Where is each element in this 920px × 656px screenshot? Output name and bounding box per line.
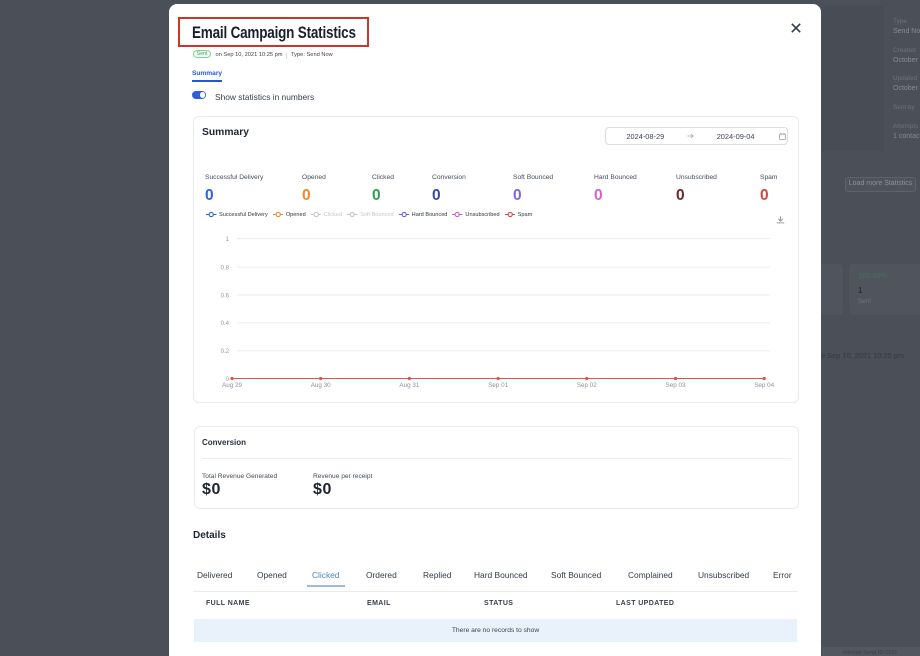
svg-text:0.6: 0.6: [221, 293, 230, 299]
svg-text:Sep 01: Sep 01: [488, 382, 508, 389]
svg-text:0.2: 0.2: [221, 349, 230, 355]
svg-text:1: 1: [226, 237, 230, 243]
svg-text:Sep 04: Sep 04: [754, 382, 774, 389]
svg-text:Aug 31: Aug 31: [399, 382, 419, 389]
svg-text:Sep 03: Sep 03: [666, 382, 686, 389]
svg-text:0.4: 0.4: [221, 321, 230, 327]
svg-text:Aug 29: Aug 29: [222, 382, 242, 389]
svg-text:0.8: 0.8: [221, 266, 230, 272]
svg-text:Sep 02: Sep 02: [577, 382, 597, 389]
svg-text:Aug 30: Aug 30: [311, 382, 331, 389]
